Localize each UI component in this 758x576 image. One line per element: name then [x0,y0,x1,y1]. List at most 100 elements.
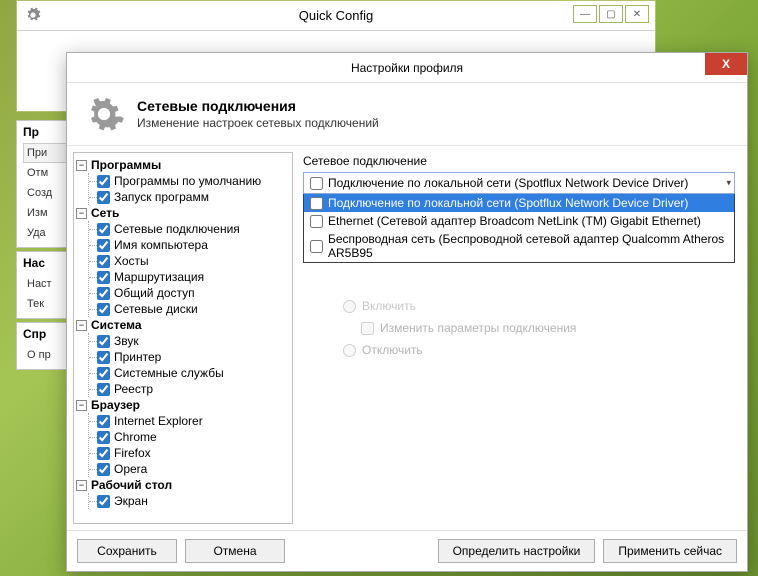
tree-item[interactable]: Принтер [89,349,290,365]
right-panel: Сетевое подключение Подключение по локал… [299,146,747,530]
tree-item-check[interactable] [97,463,110,476]
tree-item[interactable]: Сетевые подключения [89,221,290,237]
tree-item-check[interactable] [97,495,110,508]
dropdown-option[interactable]: Подключение по локальной сети (Spotflux … [304,194,734,212]
collapse-icon[interactable]: − [76,160,87,171]
tree-item-check[interactable] [97,447,110,460]
disable-label: Отключить [362,343,423,357]
tree-item-check[interactable] [97,351,110,364]
gear-icon [25,7,41,23]
tree-item-check[interactable] [97,271,110,284]
dropdown-option[interactable]: Ethernet (Сетевой адаптер Broadcom NetLi… [304,212,734,230]
settings-tree[interactable]: −ПрограммыПрограммы по умолчаниюЗапуск п… [73,152,293,524]
backtab-item[interactable]: Отм [23,163,69,183]
tree-item-label: Opera [114,462,147,476]
tree-item[interactable]: Opera [89,461,290,477]
dialog-header: Сетевые подключения Изменение настроек с… [67,83,747,146]
tree-item-check[interactable] [97,367,110,380]
tree-group[interactable]: −Система [76,317,290,333]
tree-item-check[interactable] [97,415,110,428]
collapse-icon[interactable]: − [76,208,87,219]
tree-item-check[interactable] [97,239,110,252]
tree-item-check[interactable] [97,383,110,396]
collapse-icon[interactable]: − [76,480,87,491]
tree-item-check[interactable] [97,175,110,188]
backtab-item[interactable]: Изм [23,203,69,223]
tree-item[interactable]: Реестр [89,381,290,397]
tree-item[interactable]: Звук [89,333,290,349]
backtab-item[interactable]: Тек [23,294,69,314]
tree-item-check[interactable] [97,335,110,348]
profile-settings-dialog: Настройки профиля X Сетевые подключения … [66,52,748,572]
tree-item-check[interactable] [97,431,110,444]
tree-group[interactable]: −Сеть [76,205,290,221]
tree-item-label: Реестр [114,382,153,396]
collapse-icon[interactable]: − [76,400,87,411]
modify-params-label: Изменить параметры подключения [380,321,576,335]
section-title: Сетевые подключения [137,98,379,114]
tree-item-label: Имя компьютера [114,238,208,252]
backtab-item[interactable]: Наст [23,274,69,294]
tree-group-label: Рабочий стол [91,478,172,492]
backtab-item[interactable]: При [23,143,69,163]
tree-item[interactable]: Firefox [89,445,290,461]
dropdown-option-label: Ethernet (Сетевой адаптер Broadcom NetLi… [328,214,701,228]
tree-item[interactable]: Маршрутизация [89,269,290,285]
connection-dropdown[interactable]: Подключение по локальной сети (Spotflux … [303,194,735,263]
dropdown-option[interactable]: Беспроводная сеть (Беспроводной сетевой … [304,230,734,262]
minimize-button[interactable]: — [573,5,597,23]
save-button[interactable]: Сохранить [77,539,177,563]
tree-item-check[interactable] [97,303,110,316]
tree-item[interactable]: Программы по умолчанию [89,173,290,189]
detect-settings-button[interactable]: Определить настройки [438,539,596,563]
tree-item[interactable]: Internet Explorer [89,413,290,429]
dropdown-option-check[interactable] [310,215,323,228]
modify-params-check [361,322,374,335]
backtab-item[interactable]: Уда [23,223,69,243]
tree-item[interactable]: Хосты [89,253,290,269]
tree-item-label: Сетевые диски [114,302,198,316]
dialog-close-button[interactable]: X [705,53,747,75]
tree-group[interactable]: −Рабочий стол [76,477,290,493]
tree-item-check[interactable] [97,191,110,204]
tree-item-label: Маршрутизация [114,270,204,284]
gear-icon [83,93,125,135]
tree-group[interactable]: −Браузер [76,397,290,413]
tree-item-label: Системные службы [114,366,224,380]
dropdown-option-check[interactable] [310,240,323,253]
backtab-item[interactable]: Созд [23,183,69,203]
disabled-options: Включить Изменить параметры подключения … [303,295,735,361]
disable-radio [343,344,356,357]
dropdown-option-check[interactable] [310,197,323,210]
tree-item[interactable]: Экран [89,493,290,509]
connection-combobox[interactable]: Подключение по локальной сети (Spotflux … [303,172,735,194]
enable-label: Включить [362,299,416,313]
tree-item-label: Общий доступ [114,286,195,300]
cancel-button[interactable]: Отмена [185,539,285,563]
apply-now-button[interactable]: Применить сейчас [603,539,737,563]
connection-selected-text: Подключение по локальной сети (Spotflux … [328,176,688,190]
tree-item[interactable]: Имя компьютера [89,237,290,253]
tree-item-label: Принтер [114,350,161,364]
tree-item[interactable]: Системные службы [89,365,290,381]
backtab-header: Нас [23,256,69,270]
tree-item-label: Программы по умолчанию [114,174,261,188]
tree-item-label: Firefox [114,446,151,460]
tree-item-check[interactable] [97,255,110,268]
maximize-button[interactable]: ▢ [599,5,623,23]
tree-item-check[interactable] [97,223,110,236]
close-button[interactable]: ✕ [625,5,649,23]
connection-selected-check[interactable] [310,177,323,190]
collapse-icon[interactable]: − [76,320,87,331]
backtab-item[interactable]: О пр [23,345,69,365]
parent-titlebar: Quick Config — ▢ ✕ [17,1,655,31]
tree-group-label: Сеть [91,206,119,220]
tree-item[interactable]: Сетевые диски [89,301,290,317]
tree-group[interactable]: −Программы [76,157,290,173]
tree-group-label: Система [91,318,142,332]
tree-item[interactable]: Общий доступ [89,285,290,301]
tree-item-check[interactable] [97,287,110,300]
dropdown-option-label: Подключение по локальной сети (Spotflux … [328,196,688,210]
tree-item[interactable]: Запуск программ [89,189,290,205]
tree-item[interactable]: Chrome [89,429,290,445]
